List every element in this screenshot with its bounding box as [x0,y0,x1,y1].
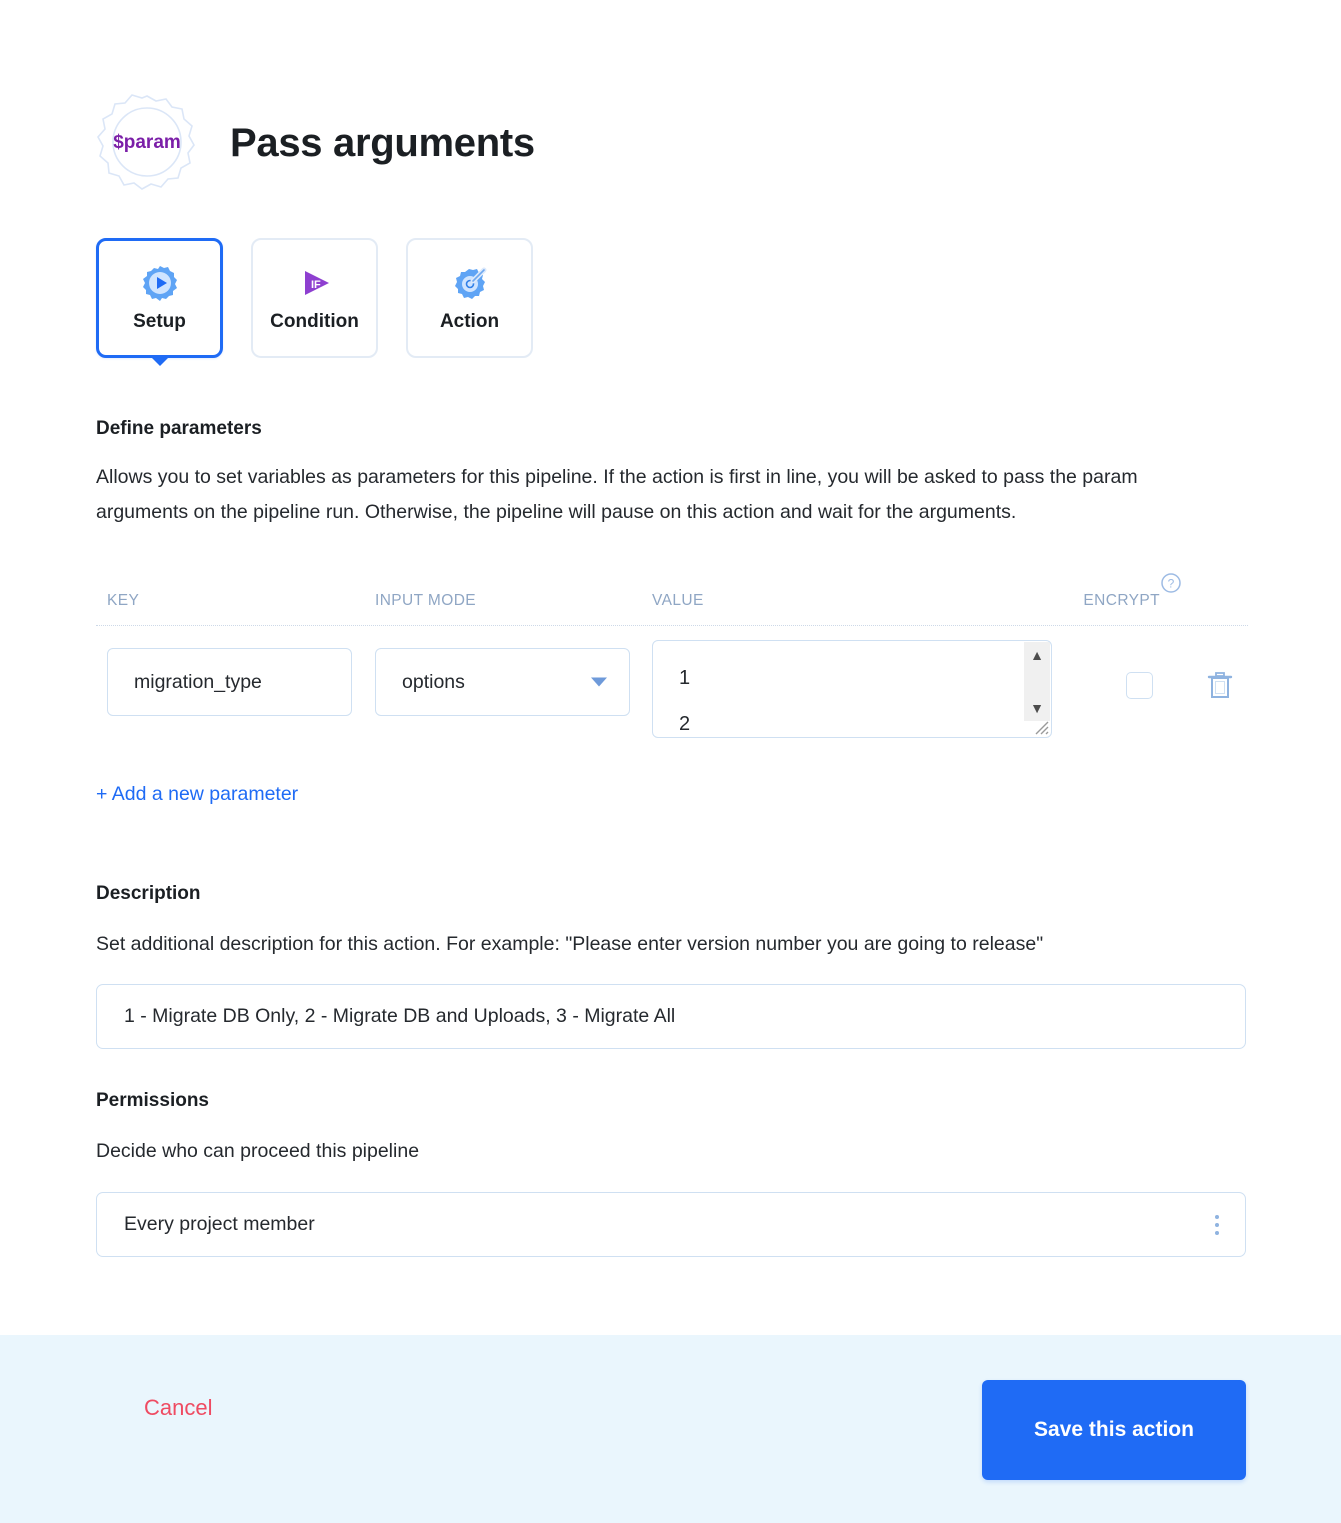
parameters-table-header: KEY INPUT MODE VALUE ENCRYPT ? [96,573,1248,626]
parameter-value-content: 1 2 [653,641,1051,737]
description-help-text: Set additional description for this acti… [96,933,1044,955]
save-this-action-button[interactable]: Save this action [982,1380,1246,1480]
svg-text:?: ? [1168,577,1175,591]
column-header-key: KEY [107,592,140,609]
panel-header: $param Pass arguments [96,88,535,198]
if-play-icon: IF [296,263,334,303]
column-header-value: VALUE [652,592,704,609]
parameter-input-mode-select[interactable]: options [375,648,630,716]
column-header-encrypt: ENCRYPT [1083,592,1160,609]
param-gear-logo: $param [96,92,198,194]
add-new-parameter-link[interactable]: + Add a new parameter [96,783,298,806]
question-circle-icon[interactable]: ? [1160,572,1182,594]
parameters-table: KEY INPUT MODE VALUE ENCRYPT ? migration… [96,573,1248,744]
scroll-up-icon[interactable]: ▲ [1030,648,1044,662]
permissions-help-text: Decide who can proceed this pipeline [96,1140,420,1162]
trash-icon[interactable] [1206,670,1234,700]
panel-footer: Cancel Save this action [0,1335,1341,1523]
cancel-button[interactable]: Cancel [144,1395,212,1421]
tab-condition-label: Condition [270,311,359,332]
chevron-down-icon [591,677,607,687]
active-tab-pointer-icon [148,355,171,366]
pass-arguments-panel: $param Pass arguments Setup IF Condition… [0,0,1341,1523]
column-header-input-mode: INPUT MODE [375,592,477,609]
description-heading: Description [96,883,201,904]
tab-bar: Setup IF Condition Action [96,238,533,366]
tab-action-label: Action [439,311,500,332]
tab-setup[interactable]: Setup [96,238,223,366]
logo-text: $param [113,132,181,153]
svg-text:IF: IF [311,279,321,291]
gear-play-icon [141,263,179,303]
parameter-key-input[interactable]: migration_type [107,648,352,716]
tab-condition[interactable]: IF Condition [251,238,378,358]
gear-wand-icon [451,263,489,303]
define-parameters-heading: Define parameters [96,418,262,439]
permissions-select[interactable]: Every project member [96,1192,1246,1257]
textarea-scrollbar[interactable]: ▲ ▼ [1024,642,1050,721]
tab-action[interactable]: Action [406,238,533,358]
scroll-down-icon[interactable]: ▼ [1030,701,1044,715]
define-parameters-description: Allows you to set variables as parameter… [96,466,1138,523]
permissions-selected-value: Every project member [124,1213,315,1235]
table-row: migration_type options 1 2 ▲ ▼ [96,626,1248,744]
tab-setup-label: Setup [133,311,186,332]
description-input[interactable]: 1 - Migrate DB Only, 2 - Migrate DB and … [96,984,1246,1049]
parameter-value-line-1: 1 [679,667,691,689]
permissions-heading: Permissions [96,1090,209,1111]
resize-handle-icon[interactable] [1031,717,1049,735]
encrypt-checkbox[interactable] [1126,672,1153,699]
page-title: Pass arguments [230,120,535,165]
parameter-value-line-2: 2 [679,713,691,735]
parameter-input-mode-value: options [402,671,465,693]
parameter-value-textarea[interactable]: 1 2 ▲ ▼ [652,640,1052,738]
kebab-menu-icon[interactable] [1215,1214,1219,1235]
